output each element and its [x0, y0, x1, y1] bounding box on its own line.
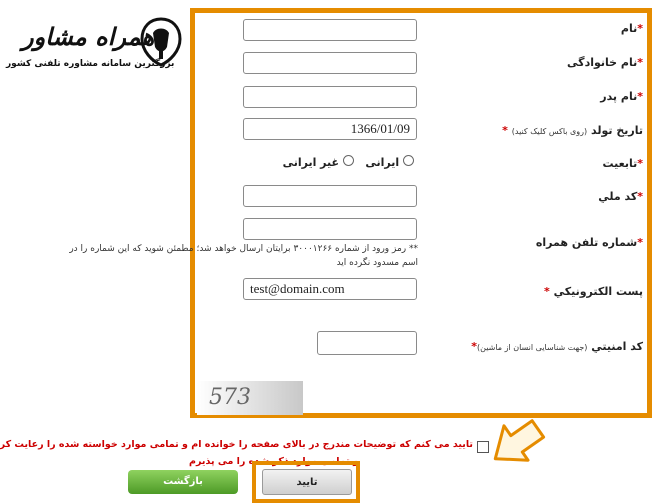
security-code-label-text: کد امنيتي — [591, 340, 643, 353]
required-star: * — [637, 190, 643, 203]
confirm-text-line1: تایید می کنم که توضیحات مندرج در بالای ص… — [0, 439, 473, 450]
national-code-label-text: کد ملي — [598, 190, 638, 203]
required-star: * — [502, 124, 508, 137]
father-name-input[interactable] — [243, 86, 417, 108]
radio-iranian-label: ایرانی — [365, 156, 400, 169]
last-name-label-text: نام خانوادگی — [567, 56, 638, 69]
radio-circle-icon[interactable] — [342, 155, 354, 166]
radio-circle-icon[interactable] — [403, 155, 414, 166]
father-name-label-text: نام پدر — [600, 90, 638, 103]
national-code-input[interactable] — [243, 185, 417, 207]
mobile-input[interactable] — [243, 218, 417, 240]
nationality-label-text: تابعیت — [602, 157, 638, 170]
confirm-checkbox[interactable] — [477, 441, 489, 453]
email-label: پست الکترونيکي * — [544, 285, 643, 298]
back-button[interactable]: بازگشت — [128, 470, 238, 494]
required-star: * — [637, 22, 643, 35]
email-input[interactable] — [243, 278, 417, 300]
nationality-label: *تابعیت — [602, 157, 643, 170]
nationality-radio-group: ایرانی غیر ایرانی — [282, 155, 414, 169]
father-name-label: *نام پدر — [600, 90, 643, 103]
birth-date-label: تاریخ تولد (روی باکس کلیک کنید) * — [502, 124, 643, 137]
first-name-input[interactable] — [243, 19, 417, 41]
required-star: * — [637, 236, 643, 249]
last-name-input[interactable] — [243, 52, 417, 74]
first-name-label: *نام — [621, 22, 643, 35]
submit-button[interactable]: تایید — [262, 469, 352, 495]
security-code-label: کد امنيتي (جهت شناسایی انسان از ماشین)* — [471, 340, 643, 353]
first-name-label-text: نام — [620, 22, 638, 35]
required-star: * — [637, 157, 643, 170]
email-label-text: پست الکترونيکي — [553, 285, 643, 298]
national-code-label: *کد ملي — [598, 190, 643, 203]
mobile-note-line2: اسم مسدود نگرده اید — [336, 258, 418, 268]
mobile-label-text: شماره تلفن همراه — [535, 236, 638, 249]
birth-date-hint: (روی باکس کلیک کنید) — [511, 127, 588, 136]
required-star: * — [637, 56, 643, 69]
captcha-image: 573 — [197, 381, 303, 415]
security-code-input[interactable] — [317, 331, 417, 355]
last-name-label: *نام خانوادگی — [567, 56, 643, 69]
mobile-label: *شماره تلفن همراه — [536, 236, 643, 249]
logo-title: همراه مشاور — [22, 22, 155, 51]
radio-non-iranian[interactable]: غیر ایرانی — [282, 155, 354, 169]
arrow-pointer-icon — [493, 419, 546, 462]
required-star: * — [543, 285, 550, 298]
radio-non-iranian-label: غیر ایرانی — [282, 156, 340, 169]
mobile-note-line1: ** رمز ورود از شماره ۳۰۰۰۱۲۶۶ برایتان ار… — [69, 244, 418, 254]
required-star: * — [637, 90, 643, 103]
birth-date-input[interactable] — [243, 118, 417, 140]
logo-subtitle: بزرگترین سامانه مشاوره تلفنی کشور — [6, 59, 175, 69]
radio-iranian[interactable]: ایرانی — [365, 155, 414, 169]
security-code-hint: (جهت شناسایی انسان از ماشین) — [476, 343, 588, 352]
birth-date-label-text: تاریخ تولد — [591, 124, 643, 137]
